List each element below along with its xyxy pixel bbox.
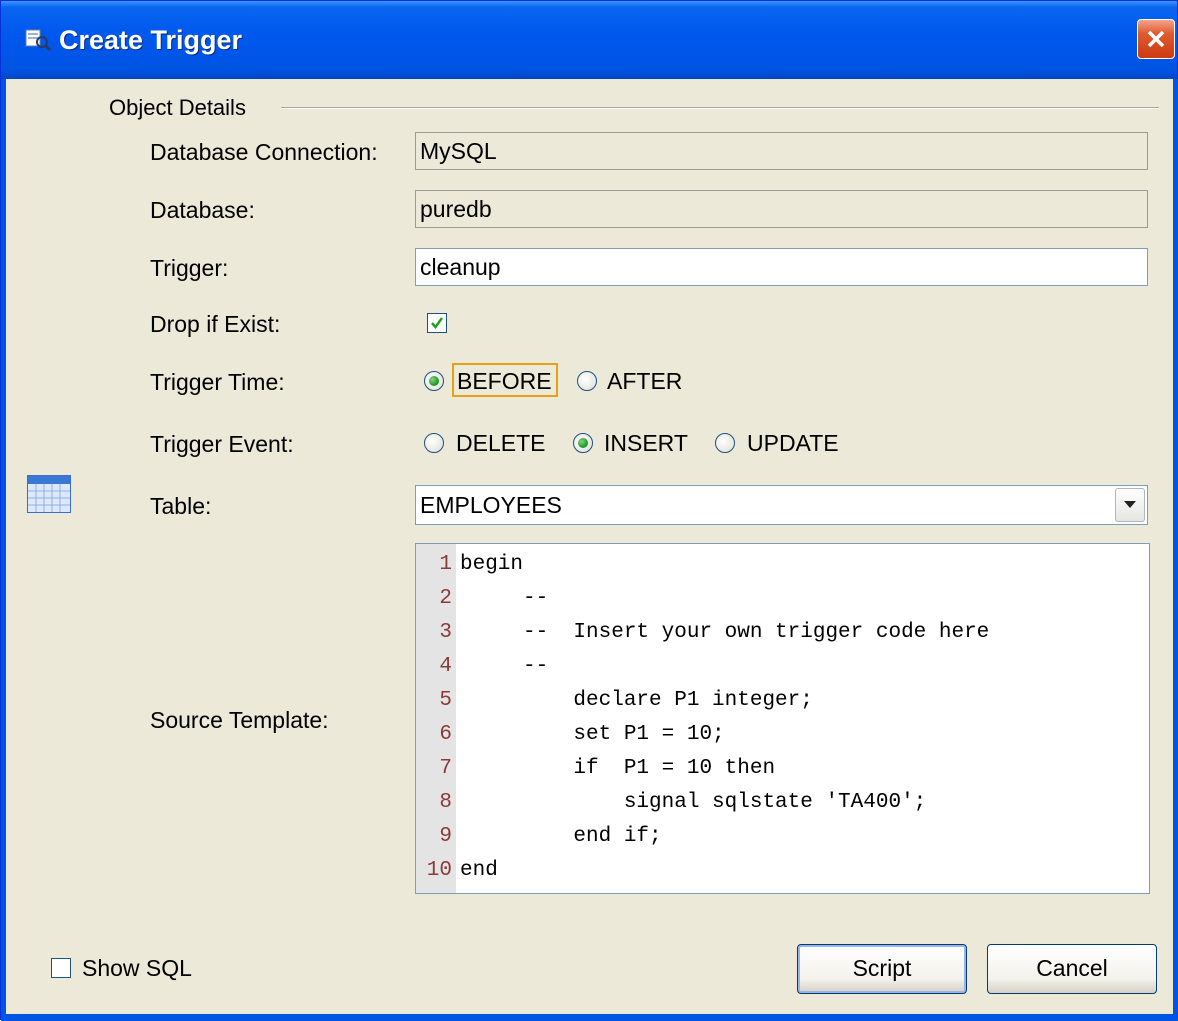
table-select[interactable]: EMPLOYEES: [415, 485, 1148, 525]
drop-if-exist-checkbox[interactable]: [427, 313, 447, 333]
delete-radio-label[interactable]: DELETE: [456, 430, 545, 457]
title-bar[interactable]: Create Trigger: [1, 1, 1177, 79]
before-radio[interactable]: [424, 371, 444, 391]
line-number: 1: [439, 553, 452, 576]
code-text[interactable]: if P1 = 10 then: [460, 752, 775, 786]
trigger-time-label: Trigger Time:: [150, 369, 285, 395]
source-template-label: Source Template:: [150, 707, 329, 733]
code-text[interactable]: end: [460, 854, 498, 888]
window-border-left: [1, 79, 6, 1019]
code-text[interactable]: set P1 = 10;: [460, 718, 724, 752]
app-icon: [25, 29, 51, 51]
database-connection-label: Database Connection:: [150, 139, 378, 165]
radio-selected-dot: [578, 438, 588, 448]
line-number: 6: [439, 723, 452, 746]
after-radio-label[interactable]: AFTER: [607, 368, 682, 395]
line-number: 4: [439, 655, 452, 678]
object-details-title: Object Details: [109, 95, 246, 120]
database-label: Database:: [150, 197, 255, 223]
line-number: 7: [439, 757, 452, 780]
table-dropdown-button[interactable]: [1115, 488, 1145, 522]
close-button[interactable]: [1137, 19, 1175, 59]
database-connection-field[interactable]: MySQL: [415, 132, 1148, 170]
checkmark-icon: [431, 317, 444, 330]
update-radio[interactable]: [715, 433, 735, 453]
database-field[interactable]: puredb: [415, 190, 1148, 228]
section-divider: [281, 107, 1159, 109]
code-text[interactable]: signal sqlstate 'TA400';: [460, 786, 926, 820]
create-trigger-dialog: Create Trigger Object Details Database C…: [0, 0, 1178, 1021]
table-select-value: EMPLOYEES: [420, 492, 562, 518]
drop-if-exist-label: Drop if Exist:: [150, 311, 281, 337]
line-number: 9: [439, 825, 452, 848]
cancel-button[interactable]: Cancel: [987, 944, 1157, 994]
window-title: Create Trigger: [59, 25, 243, 55]
code-text[interactable]: --: [460, 582, 548, 616]
insert-radio[interactable]: [573, 433, 593, 453]
trigger-label: Trigger:: [150, 255, 229, 281]
code-text[interactable]: -- Insert your own trigger code here: [460, 616, 989, 650]
code-text[interactable]: end if;: [460, 820, 661, 854]
before-radio-label[interactable]: BEFORE: [457, 368, 552, 395]
code-text[interactable]: declare P1 integer;: [460, 684, 812, 718]
code-text[interactable]: begin: [460, 548, 523, 582]
table-label: Table:: [150, 493, 212, 519]
trigger-event-label: Trigger Event:: [150, 431, 294, 457]
close-icon: [1147, 30, 1165, 48]
window-border-right: [1173, 79, 1178, 1019]
code-text[interactable]: --: [460, 650, 548, 684]
radio-selected-dot: [429, 376, 439, 386]
show-sql-label[interactable]: Show SQL: [82, 955, 192, 982]
update-radio-label[interactable]: UPDATE: [747, 430, 839, 457]
line-number: 8: [439, 791, 452, 814]
delete-radio[interactable]: [424, 433, 444, 453]
after-radio[interactable]: [577, 371, 597, 391]
insert-radio-label[interactable]: INSERT: [604, 430, 688, 457]
line-number: 10: [426, 859, 452, 882]
line-number: 2: [439, 587, 452, 610]
show-sql-checkbox[interactable]: [51, 958, 71, 978]
line-number: 3: [439, 621, 452, 644]
script-button[interactable]: Script: [797, 944, 967, 994]
table-icon: [27, 475, 71, 513]
line-number: 5: [439, 689, 452, 712]
source-template-editor[interactable]: 1 begin 2 -- 3 -- Insert your own trigger c…: [415, 543, 1150, 894]
trigger-name-input[interactable]: cleanup: [415, 248, 1148, 286]
chevron-down-icon: [1124, 501, 1136, 508]
